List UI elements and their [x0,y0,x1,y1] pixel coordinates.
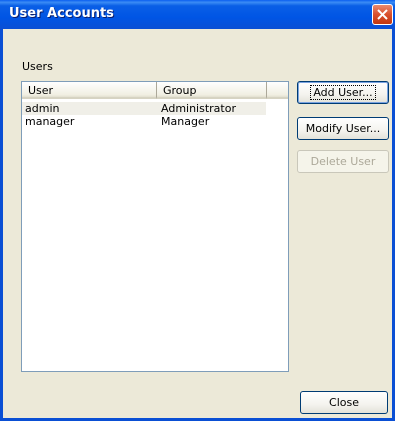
close-window-button[interactable] [372,4,393,25]
close-icon [377,9,388,20]
title-bar[interactable]: User Accounts [0,0,395,29]
add-user-label: Add User... [310,85,376,100]
add-user-button[interactable]: Add User... [297,81,389,104]
cell-user: admin [25,102,60,115]
delete-user-label: Delete User [310,155,376,168]
window-title: User Accounts [9,6,114,21]
modify-user-label: Modify User... [305,122,381,135]
delete-user-button[interactable]: Delete User [297,150,389,173]
close-button[interactable]: Close [300,391,388,414]
modify-user-button[interactable]: Modify User... [297,117,389,140]
cell-user: manager [25,115,75,128]
column-header-user[interactable]: User [22,82,157,99]
table-row[interactable]: manager Manager [22,115,266,128]
close-label: Close [329,396,359,409]
cell-group: Manager [161,115,210,128]
users-label: Users [22,60,53,73]
list-header: User Group [22,82,288,99]
column-header-group[interactable]: Group [157,82,267,99]
table-row[interactable]: admin Administrator [22,102,266,115]
cell-group: Administrator [161,102,236,115]
users-list[interactable]: User Group admin Administrator manager M… [21,81,289,372]
column-header-filler [267,82,288,99]
